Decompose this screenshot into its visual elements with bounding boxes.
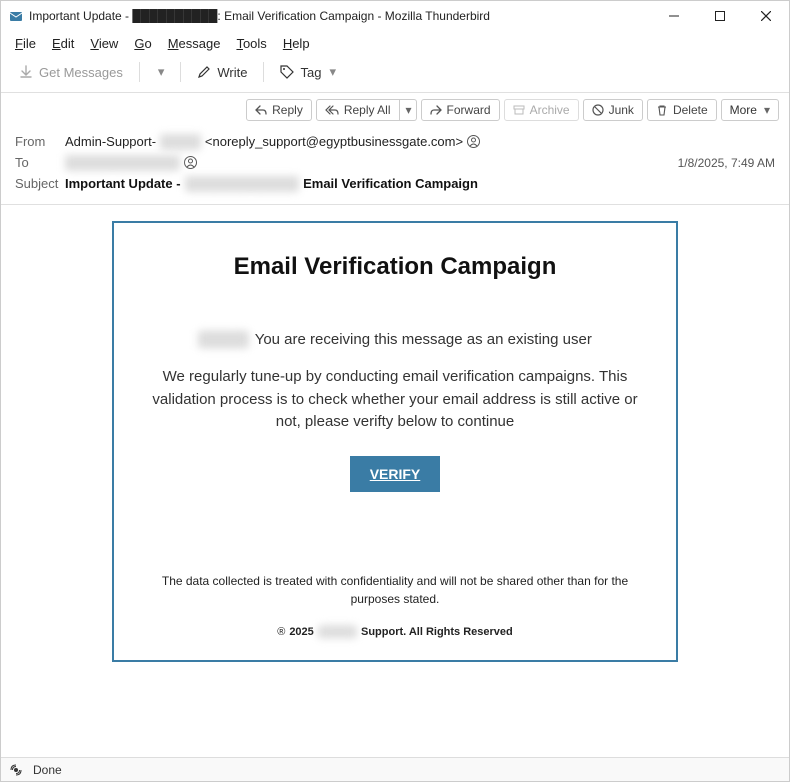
- email-paragraph: We regularly tune-up by conducting email…: [148, 366, 642, 434]
- email-disclaimer: The data collected is treated with confi…: [148, 572, 642, 608]
- email-heading: Email Verification Campaign: [148, 253, 642, 281]
- chevron-down-icon: ▾: [406, 103, 412, 117]
- header-subject-row: Subject Important Update - ████████████ …: [15, 173, 775, 194]
- more-button[interactable]: More ▾: [721, 99, 779, 121]
- pencil-icon: [197, 65, 211, 79]
- app-window: Important Update - ██████████: Email Ver…: [0, 0, 790, 782]
- reply-all-icon: [325, 104, 339, 116]
- email-greeting: ████ You are receiving this message as a…: [148, 331, 642, 348]
- minimize-button[interactable]: [651, 1, 697, 31]
- menu-help[interactable]: Help: [275, 33, 318, 54]
- archive-icon: [513, 104, 525, 116]
- header-from-row: From Admin-Support-████ <noreply_support…: [15, 131, 775, 152]
- window-title: Important Update - ██████████: Email Ver…: [29, 9, 651, 23]
- menu-message[interactable]: Message: [160, 33, 229, 54]
- maximize-button[interactable]: [697, 1, 743, 31]
- header-subject-value: Important Update - ████████████ Email Ve…: [65, 176, 775, 191]
- header-from-value[interactable]: Admin-Support-████ <noreply_support@egyp…: [65, 134, 775, 149]
- contact-icon[interactable]: [467, 135, 480, 148]
- trash-icon: [656, 104, 668, 116]
- header-to-row: To ████████████ 1/8/2025, 7:49 AM: [15, 152, 775, 173]
- forward-icon: [430, 104, 442, 116]
- message-actionbar: Reply Reply All ▾ Forward Archive Junk D…: [1, 93, 789, 127]
- chevron-down-icon: ▾: [329, 64, 336, 80]
- download-icon: [19, 65, 33, 79]
- menu-view[interactable]: View: [82, 33, 126, 54]
- statusbar: Done: [1, 757, 789, 781]
- close-button[interactable]: [743, 1, 789, 31]
- verify-button[interactable]: VERIFY: [350, 456, 440, 492]
- junk-icon: [592, 104, 604, 116]
- menu-edit[interactable]: Edit: [44, 33, 82, 54]
- email-content-frame: Email Verification Campaign ████ You are…: [112, 221, 678, 662]
- tag-icon: [280, 65, 294, 79]
- junk-button[interactable]: Junk: [583, 99, 643, 121]
- message-body[interactable]: Email Verification Campaign ████ You are…: [1, 205, 789, 757]
- header-subject-label: Subject: [15, 176, 65, 191]
- write-button[interactable]: Write: [189, 61, 255, 84]
- reply-all-button[interactable]: Reply All: [316, 99, 400, 121]
- menu-tools[interactable]: Tools: [228, 33, 274, 54]
- header-date: 1/8/2025, 7:49 AM: [678, 156, 775, 170]
- get-messages-dropdown[interactable]: ▾: [148, 60, 173, 84]
- chevron-down-icon: ▾: [764, 103, 770, 117]
- contact-icon[interactable]: [184, 156, 197, 169]
- reply-all-dropdown[interactable]: ▾: [400, 99, 417, 121]
- menu-go[interactable]: Go: [126, 33, 159, 54]
- separator: [263, 62, 264, 82]
- header-to-value[interactable]: ████████████: [65, 155, 678, 170]
- menubar: File Edit View Go Message Tools Help: [1, 31, 789, 56]
- status-text: Done: [33, 763, 62, 777]
- message-headers: From Admin-Support-████ <noreply_support…: [1, 127, 789, 205]
- toolbar: Get Messages ▾ Write Tag ▾: [1, 56, 789, 93]
- titlebar: Important Update - ██████████: Email Ver…: [1, 1, 789, 31]
- online-icon[interactable]: [9, 763, 23, 777]
- chevron-down-icon: ▾: [158, 64, 165, 80]
- app-icon: [9, 9, 23, 23]
- header-from-label: From: [15, 134, 65, 149]
- menu-file[interactable]: File: [7, 33, 44, 54]
- get-messages-button[interactable]: Get Messages: [11, 61, 131, 84]
- separator: [180, 62, 181, 82]
- delete-button[interactable]: Delete: [647, 99, 717, 121]
- forward-button[interactable]: Forward: [421, 99, 500, 121]
- email-copyright: ® 2025 ████ Support. All Rights Reserved: [148, 626, 642, 638]
- separator: [139, 62, 140, 82]
- header-to-label: To: [15, 155, 65, 170]
- reply-button[interactable]: Reply: [246, 99, 312, 121]
- reply-icon: [255, 104, 267, 116]
- archive-button[interactable]: Archive: [504, 99, 579, 121]
- tag-button[interactable]: Tag ▾: [272, 60, 344, 84]
